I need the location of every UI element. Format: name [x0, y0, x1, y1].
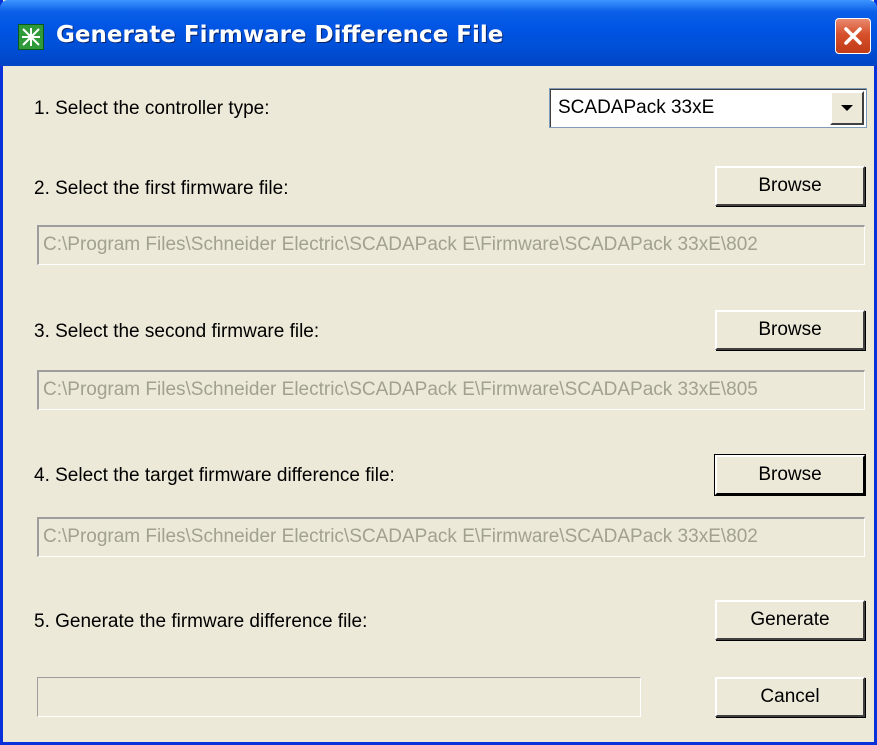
second-firmware-path-field[interactable]: C:\Program Files\Schneider Electric\SCAD…: [37, 370, 865, 410]
browse-target-button[interactable]: Browse: [714, 454, 866, 496]
title-bar[interactable]: Generate Firmware Difference File: [0, 0, 877, 66]
dialog-window: Generate Firmware Difference File 1. Sel…: [0, 0, 877, 745]
target-difference-file-label: 4. Select the target firmware difference…: [34, 465, 395, 486]
controller-type-value: SCADAPack 33xE: [558, 97, 715, 118]
first-firmware-path-field[interactable]: C:\Program Files\Schneider Electric\SCAD…: [37, 225, 865, 265]
generate-label: 5. Generate the firmware difference file…: [34, 611, 368, 632]
chevron-down-icon: [841, 105, 853, 111]
first-firmware-label: 2. Select the first firmware file:: [34, 178, 289, 199]
close-button[interactable]: [835, 18, 871, 54]
target-difference-path-field[interactable]: C:\Program Files\Schneider Electric\SCAD…: [37, 517, 865, 557]
second-firmware-label: 3. Select the second firmware file:: [34, 321, 320, 342]
controller-type-select[interactable]: SCADAPack 33xE: [549, 88, 867, 128]
cancel-button[interactable]: Cancel: [715, 677, 865, 717]
close-icon: [844, 27, 862, 45]
browse-first-button[interactable]: Browse: [715, 166, 865, 206]
generate-button[interactable]: Generate: [715, 600, 865, 640]
browse-second-button[interactable]: Browse: [715, 310, 865, 350]
window-title: Generate Firmware Difference File: [56, 22, 504, 48]
progress-bar: [37, 677, 641, 717]
controller-type-label: 1. Select the controller type:: [34, 98, 270, 119]
app-icon: [18, 24, 44, 50]
dropdown-button[interactable]: [830, 91, 864, 125]
